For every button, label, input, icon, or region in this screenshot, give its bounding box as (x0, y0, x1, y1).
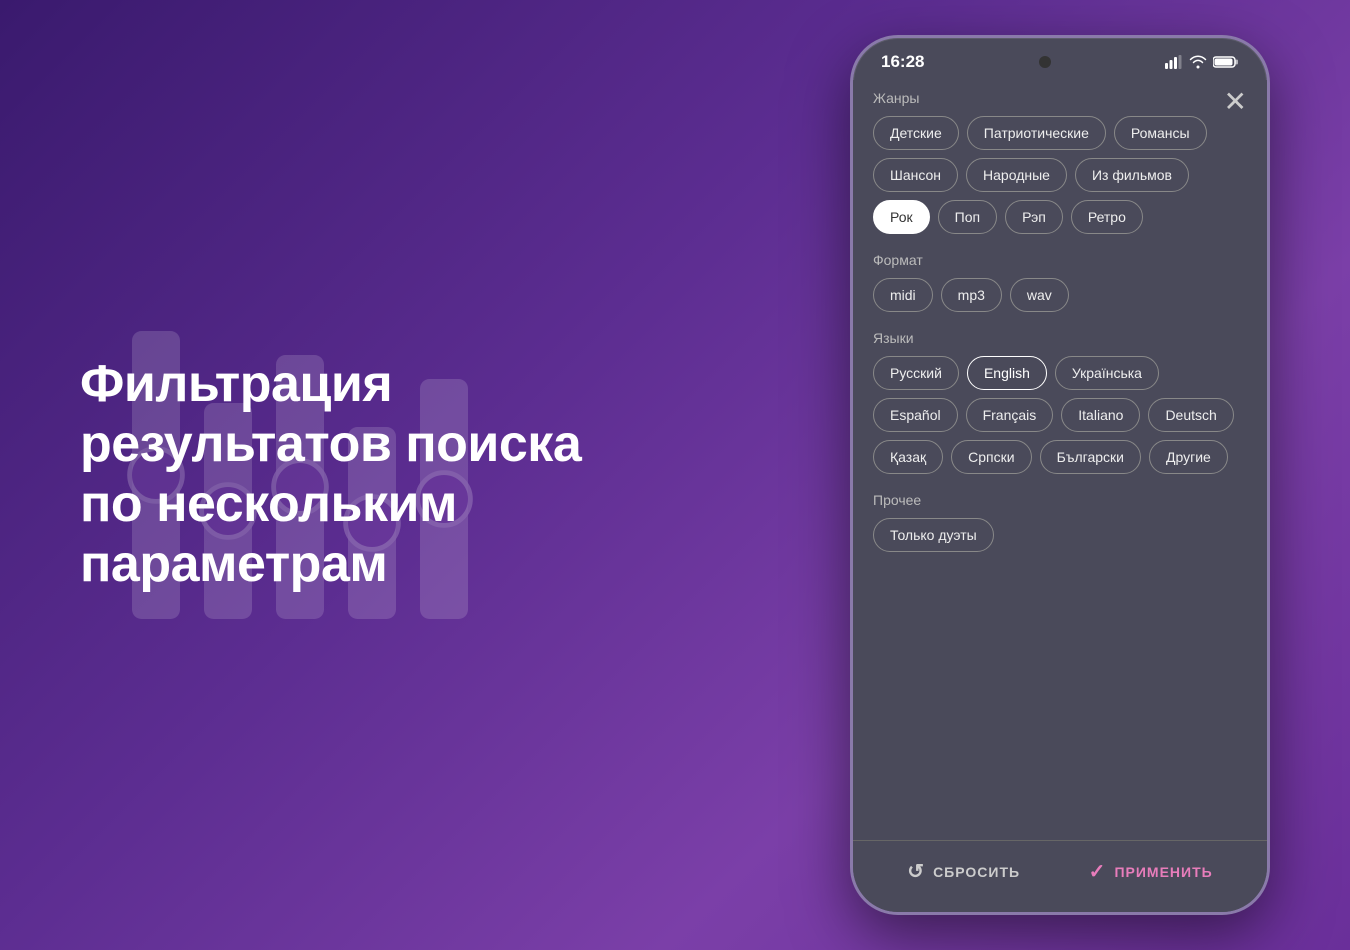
other-section: Прочее Только дуэты (873, 492, 1247, 552)
other-tags: Только дуэты (873, 518, 1247, 552)
languages-tags: Русский English Українська Español Franç… (873, 356, 1247, 474)
tag-patrioticheskie[interactable]: Патриотические (967, 116, 1106, 150)
camera-notch (1039, 56, 1051, 68)
languages-label: Языки (873, 330, 1247, 346)
tag-espanol[interactable]: Español (873, 398, 958, 432)
tag-srpski[interactable]: Српски (951, 440, 1031, 474)
reset-button[interactable]: ↺ СБРОСИТЬ (907, 859, 1020, 884)
tag-mp3[interactable]: mp3 (941, 278, 1002, 312)
tag-francais[interactable]: Français (966, 398, 1054, 432)
tag-drugie[interactable]: Другие (1149, 440, 1228, 474)
tag-kazak[interactable]: Қазақ (873, 440, 943, 474)
format-label: Формат (873, 252, 1247, 268)
signal-icon (1165, 55, 1183, 69)
tag-rok[interactable]: Рок (873, 200, 930, 234)
left-content: Фильтрация результатов поиска по несколь… (80, 355, 600, 594)
status-icons (1165, 55, 1239, 69)
tag-duety[interactable]: Только дуэты (873, 518, 994, 552)
tag-iz-filmov[interactable]: Из фильмов (1075, 158, 1189, 192)
wifi-icon (1189, 55, 1207, 69)
apply-label: ПРИМЕНИТЬ (1114, 864, 1212, 880)
reset-icon: ↺ (907, 859, 925, 884)
phone-content-area: ✕ Жанры Детские Патриотические Романсы Ш… (853, 80, 1267, 840)
tag-deutsch[interactable]: Deutsch (1148, 398, 1233, 432)
tag-italiano[interactable]: Italiano (1061, 398, 1140, 432)
phone-mockup: 16:28 ✕ (850, 35, 1270, 915)
tag-midi[interactable]: midi (873, 278, 933, 312)
genres-label: Жанры (873, 90, 1247, 106)
apply-button[interactable]: ✓ ПРИМЕНИТЬ (1089, 859, 1213, 884)
phone-bottom-bar: ↺ СБРОСИТЬ ✓ ПРИМЕНИТЬ (853, 840, 1267, 912)
page-title: Фильтрация результатов поиска по несколь… (80, 355, 600, 594)
tag-romansy[interactable]: Романсы (1114, 116, 1207, 150)
tag-narodnye[interactable]: Народные (966, 158, 1067, 192)
close-button[interactable]: ✕ (1224, 88, 1247, 116)
tag-shanson[interactable]: Шансон (873, 158, 958, 192)
format-section: Формат midi mp3 wav (873, 252, 1247, 312)
tag-detskie[interactable]: Детские (873, 116, 959, 150)
genres-tags: Детские Патриотические Романсы Шансон На… (873, 116, 1247, 234)
tag-rep[interactable]: Рэп (1005, 200, 1063, 234)
battery-icon (1213, 55, 1239, 69)
languages-section: Языки Русский English Українська Español… (873, 330, 1247, 474)
format-tags: midi mp3 wav (873, 278, 1247, 312)
tag-ukrainian[interactable]: Українська (1055, 356, 1159, 390)
tag-pop[interactable]: Поп (938, 200, 997, 234)
apply-icon: ✓ (1089, 859, 1107, 884)
reset-label: СБРОСИТЬ (933, 864, 1020, 880)
tag-english[interactable]: English (967, 356, 1047, 390)
tag-balgarski[interactable]: Български (1040, 440, 1141, 474)
tag-retro[interactable]: Ретро (1071, 200, 1143, 234)
other-label: Прочее (873, 492, 1247, 508)
tag-wav[interactable]: wav (1010, 278, 1069, 312)
status-bar: 16:28 (853, 38, 1267, 80)
tag-russian[interactable]: Русский (873, 356, 959, 390)
genres-section: Жанры Детские Патриотические Романсы Шан… (873, 90, 1247, 234)
status-time: 16:28 (881, 52, 924, 72)
